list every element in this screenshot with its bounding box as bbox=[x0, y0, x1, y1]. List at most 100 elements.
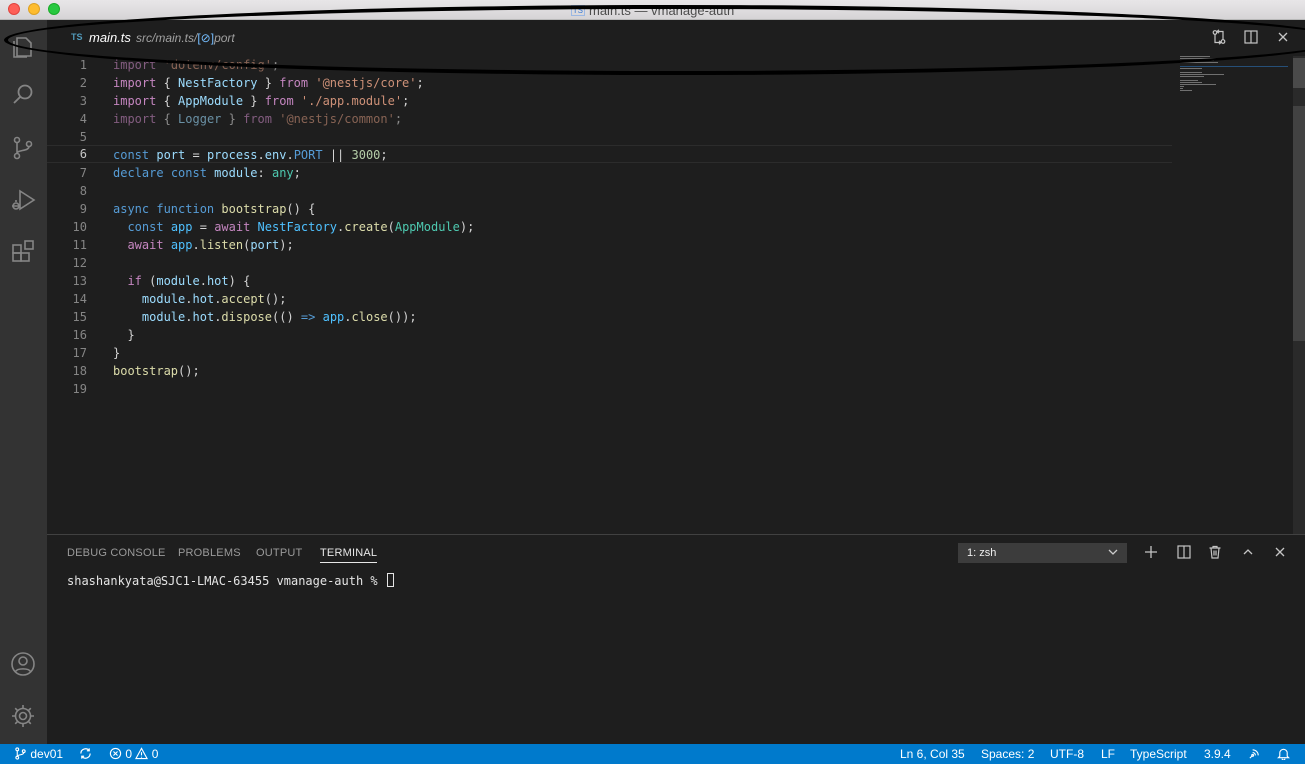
identifier: AppModule bbox=[394, 220, 460, 234]
search-icon[interactable] bbox=[9, 81, 37, 109]
punctuation: . bbox=[344, 310, 352, 324]
tab-output[interactable]: OUTPUT bbox=[256, 547, 302, 559]
minimap[interactable] bbox=[1172, 56, 1292, 534]
keyword: async bbox=[113, 202, 150, 216]
tab-main-ts[interactable]: main.ts bbox=[89, 30, 131, 45]
string-literal: 'dotenv/config' bbox=[163, 58, 272, 72]
terminal-select[interactable]: 1: zsh bbox=[958, 543, 1127, 563]
sync-icon[interactable] bbox=[79, 747, 92, 761]
identifier: PORT bbox=[293, 148, 323, 162]
minimap-line bbox=[1180, 56, 1210, 57]
keyword: const bbox=[113, 148, 150, 162]
string-literal: './app.module' bbox=[300, 94, 403, 108]
problems-indicator[interactable]: 0 0 bbox=[109, 747, 158, 761]
code-line-4[interactable]: import { Logger } from '@nestjs/common'; bbox=[47, 110, 1172, 128]
keyword: await bbox=[127, 238, 164, 252]
encoding[interactable]: UTF-8 bbox=[1050, 747, 1084, 761]
punctuation: (); bbox=[264, 292, 287, 306]
code-line-9[interactable]: async function bootstrap() { bbox=[47, 200, 1172, 218]
code-line-2[interactable]: import { NestFactory } from '@nestjs/cor… bbox=[47, 74, 1172, 92]
window-title-text: main.ts — vmanage-auth bbox=[589, 3, 735, 18]
identifier: NestFactory bbox=[257, 220, 338, 234]
editor-scrollbar[interactable] bbox=[1293, 56, 1305, 534]
code-line-1[interactable]: import 'dotenv/config'; bbox=[47, 56, 1172, 74]
extensions-icon[interactable] bbox=[9, 239, 37, 267]
code-line-14[interactable]: module.hot.accept(); bbox=[47, 290, 1172, 308]
scrollbar-thumb[interactable] bbox=[1293, 106, 1305, 341]
split-terminal-icon[interactable] bbox=[1176, 544, 1192, 560]
keyword: import bbox=[113, 94, 157, 108]
open-changes-icon[interactable] bbox=[1211, 29, 1227, 45]
typescript-version[interactable]: 3.9.4 bbox=[1204, 747, 1231, 761]
function-name: listen bbox=[199, 238, 244, 252]
typescript-file-icon: TS bbox=[71, 32, 83, 42]
punctuation: . bbox=[199, 274, 207, 288]
punctuation: { bbox=[156, 76, 179, 90]
close-editor-icon[interactable] bbox=[1275, 29, 1291, 45]
feedback-icon[interactable] bbox=[1248, 747, 1261, 761]
chevron-down-icon bbox=[1106, 545, 1120, 559]
split-editor-icon[interactable] bbox=[1243, 29, 1259, 45]
line-number-row: 8 bbox=[47, 182, 1172, 200]
type: any bbox=[271, 166, 294, 180]
line-number: 5 bbox=[79, 130, 87, 144]
code-line-18[interactable]: bootstrap(); bbox=[47, 362, 1172, 380]
identifier: module bbox=[141, 310, 186, 324]
minimap-line bbox=[1180, 62, 1218, 63]
bottom-panel: DEBUG CONSOLE PROBLEMS OUTPUT TERMINAL 1… bbox=[47, 534, 1305, 744]
line-number-row: 12 bbox=[47, 254, 1172, 272]
source-control-icon[interactable] bbox=[9, 134, 37, 162]
accounts-icon[interactable] bbox=[9, 650, 37, 678]
window-title: TS main.ts — vmanage-auth bbox=[0, 3, 1305, 18]
punctuation: : bbox=[257, 166, 272, 180]
minimap-line bbox=[1180, 88, 1183, 89]
cursor-position[interactable]: Ln 6, Col 35 bbox=[900, 747, 965, 761]
code-line-3[interactable]: import { AppModule } from './app.module'… bbox=[47, 92, 1172, 110]
maximize-panel-icon[interactable] bbox=[1240, 544, 1256, 560]
punctuation: . bbox=[192, 238, 200, 252]
function-name: close bbox=[351, 310, 388, 324]
breadcrumb[interactable]: src/main.ts/[⊘]port bbox=[136, 31, 235, 45]
manage-gear-icon[interactable] bbox=[9, 702, 37, 730]
language-mode[interactable]: TypeScript bbox=[1130, 747, 1187, 761]
explorer-icon[interactable] bbox=[9, 32, 37, 60]
code-line-10[interactable]: const app = await NestFactory.create(App… bbox=[47, 218, 1172, 236]
code-line-11[interactable]: await app.listen(port); bbox=[47, 236, 1172, 254]
terminal-cursor bbox=[386, 573, 394, 587]
notifications-bell-icon[interactable] bbox=[1277, 747, 1290, 761]
tab-debug-console[interactable]: DEBUG CONSOLE bbox=[67, 547, 166, 559]
punctuation: } bbox=[113, 346, 121, 360]
operator: || bbox=[322, 148, 352, 162]
code-line-16[interactable]: } bbox=[47, 326, 1172, 344]
code-line-17[interactable]: } bbox=[47, 344, 1172, 362]
minimap-line bbox=[1180, 72, 1202, 73]
identifier: NestFactory bbox=[178, 76, 258, 90]
status-bar: dev01 0 0 Ln 6, Col 35 Spaces: 2 UTF-8 L… bbox=[0, 744, 1305, 764]
close-panel-icon[interactable] bbox=[1272, 544, 1288, 560]
indentation[interactable]: Spaces: 2 bbox=[981, 747, 1034, 761]
keyword: await bbox=[214, 220, 251, 234]
identifier: env bbox=[264, 148, 287, 162]
end-of-line[interactable]: LF bbox=[1101, 747, 1115, 761]
string-literal: '@nestjs/core' bbox=[315, 76, 417, 90]
keyword: from bbox=[243, 112, 272, 126]
run-debug-icon[interactable] bbox=[9, 186, 37, 214]
keyword: const bbox=[127, 220, 164, 234]
code-editor[interactable]: 1 2 3 4 5 6 7 8 9 10 11 12 13 14 15 16 17 18 19 import 'do… bbox=[47, 56, 1305, 534]
code-line-6[interactable]: const port = process.env.PORT || 3000; bbox=[47, 145, 1172, 163]
punctuation: ; bbox=[293, 166, 301, 180]
breadcrumb-symbol[interactable]: port bbox=[214, 31, 235, 45]
punctuation: } bbox=[113, 328, 135, 342]
code-line-7[interactable]: declare const module: any; bbox=[47, 164, 1172, 182]
punctuation: . bbox=[257, 148, 265, 162]
code-line-13[interactable]: if (module.hot) { bbox=[47, 272, 1172, 290]
code-line-15[interactable]: module.hot.dispose(() => app.close()); bbox=[47, 308, 1172, 326]
trash-icon[interactable] bbox=[1207, 544, 1223, 560]
new-terminal-icon[interactable] bbox=[1143, 544, 1159, 560]
tab-terminal[interactable]: TERMINAL bbox=[320, 547, 378, 563]
terminal-output[interactable]: shashankyata@SJC1-LMAC-63455 vmanage-aut… bbox=[67, 573, 394, 588]
tab-problems[interactable]: PROBLEMS bbox=[178, 547, 241, 559]
branch-indicator[interactable]: dev01 bbox=[14, 747, 63, 761]
breadcrumb-path[interactable]: src/main.ts/ bbox=[136, 31, 197, 45]
title-bar: TS main.ts — vmanage-auth bbox=[0, 0, 1305, 20]
